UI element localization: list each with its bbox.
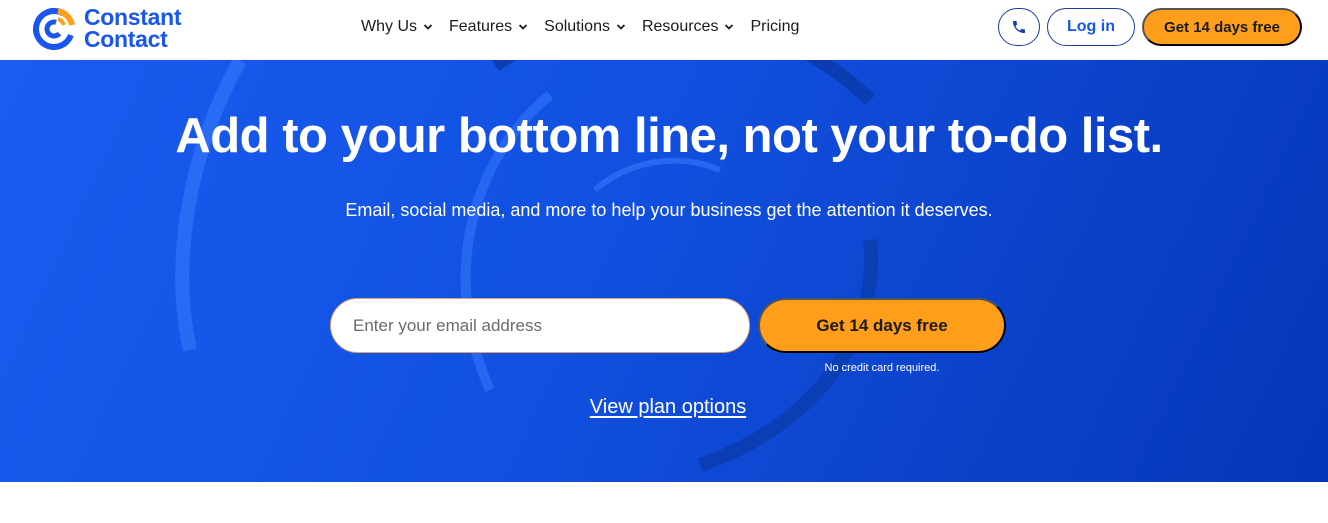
email-input[interactable] [330, 298, 750, 353]
constant-contact-logo-icon [33, 8, 75, 50]
no-credit-card-note: No credit card required. [824, 362, 940, 374]
hero-headline: Add to your bottom line, not your to-do … [175, 109, 1163, 163]
hero-section: Add to your bottom line, not your to-do … [0, 60, 1328, 482]
brand-name-line1: Constant [84, 4, 182, 30]
header-trial-button[interactable]: Get 14 days free [1142, 8, 1302, 46]
nav-item-why-us[interactable]: Why Us [361, 18, 433, 36]
phone-icon [1013, 21, 1025, 33]
nav-item-label: Features [449, 18, 513, 35]
main-nav: Why Us Features Solutions Resources Pric… [361, 0, 799, 54]
nav-item-features[interactable]: Features [449, 18, 528, 36]
header-actions: Log in Get 14 days free [998, 8, 1302, 46]
nav-item-pricing[interactable]: Pricing [750, 18, 799, 36]
nav-item-resources[interactable]: Resources [642, 18, 734, 36]
chevron-down-icon [725, 24, 734, 30]
brand-name-line2: Contact [84, 26, 168, 52]
nav-item-label: Pricing [750, 18, 800, 35]
chevron-down-icon [423, 24, 433, 30]
site-header: Constant Contact Why Us Features Solutio… [0, 0, 1328, 60]
nav-item-label: Solutions [544, 18, 610, 35]
hero-subheadline: Email, social media, and more to help yo… [345, 200, 993, 220]
nav-item-label: Why Us [361, 18, 417, 35]
view-plan-options-link[interactable]: View plan options [0, 396, 1328, 419]
chevron-down-icon [519, 24, 528, 30]
brand-wordmark: Constant Contact [84, 4, 182, 52]
nav-item-label: Resources [641, 18, 719, 35]
login-button[interactable]: Log in [1047, 8, 1135, 46]
hero-trial-button[interactable]: Get 14 days free [758, 298, 1006, 353]
nav-item-solutions[interactable]: Solutions [544, 18, 626, 36]
phone-button[interactable] [998, 8, 1040, 46]
chevron-down-icon [616, 24, 626, 30]
brand-logo[interactable]: Constant Contact [32, 4, 182, 52]
